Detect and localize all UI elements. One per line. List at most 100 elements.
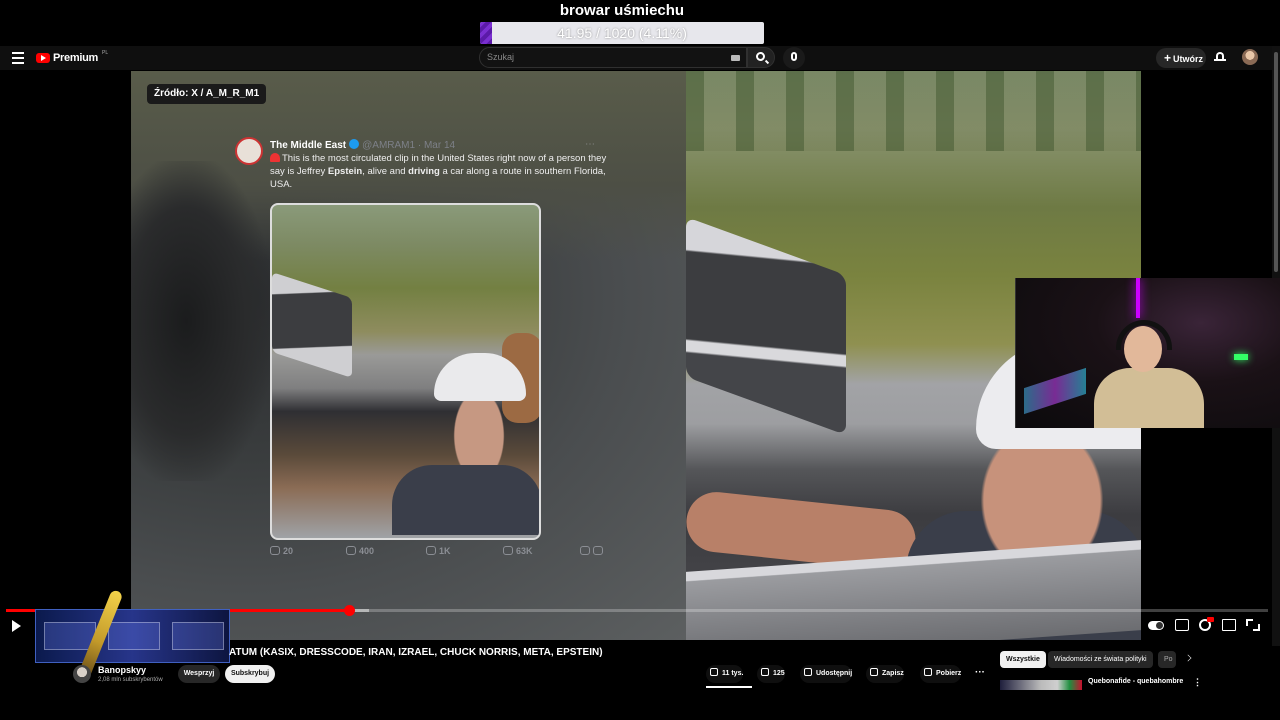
dislike-count-label: 125 — [773, 670, 785, 677]
youtube-logo-icon — [36, 53, 50, 63]
repost-count: 400 — [346, 546, 374, 556]
share-arrow-icon — [804, 668, 812, 676]
mic-icon — [791, 52, 797, 61]
subtitles-icon[interactable] — [1175, 619, 1189, 631]
heart-icon — [426, 546, 436, 555]
autoplay-toggle[interactable] — [1148, 621, 1164, 630]
like-count-label: 11 tys. — [722, 670, 744, 677]
join-button[interactable]: Wesprzyj — [178, 665, 220, 683]
chip-partial[interactable]: Po — [1158, 651, 1176, 668]
car-shape — [686, 216, 846, 436]
like-ratio-bar — [706, 686, 752, 688]
views-icon — [503, 546, 513, 555]
overlay-graphic — [35, 609, 230, 663]
search-placeholder: Szukaj — [487, 52, 515, 62]
chip-all[interactable]: Wszystkie — [1000, 651, 1046, 668]
theater-mode-icon[interactable] — [1222, 619, 1236, 631]
page: browar uśmiechu 41.95 / 1020 (4.11%) Pre… — [0, 0, 1280, 720]
logo-text: Premium — [53, 52, 98, 64]
view-count-value: 63K — [516, 546, 533, 556]
channel-subscriber-count: 2,08 mln subskrybentów — [98, 677, 163, 683]
source-label: Źródło: X / A_M_R_M1 — [147, 84, 267, 104]
repost-count-value: 400 — [359, 546, 375, 556]
goal-progress-bar: 41.95 / 1020 (4.11%) — [480, 22, 764, 44]
tweet-media-still — [270, 203, 541, 540]
play-icon[interactable] — [12, 620, 21, 632]
video-player[interactable]: Źródło: X / A_M_R_M1 The Middle East @AMR… — [131, 71, 1141, 640]
share-icon — [593, 546, 603, 555]
notifications-bell-icon[interactable] — [1214, 51, 1226, 63]
account-avatar[interactable] — [1242, 49, 1258, 65]
blurred-foreground-shape — [131, 161, 271, 481]
bookmark-icon — [870, 668, 878, 676]
background-trees — [686, 71, 1141, 151]
create-button[interactable]: + Utwórz — [1156, 48, 1206, 68]
page-scrollbar-thumb[interactable] — [1274, 52, 1278, 272]
download-label: Pobierz — [936, 670, 962, 677]
reply-icon — [270, 546, 280, 555]
rgb-light — [1136, 278, 1140, 318]
chevron-right-icon[interactable] — [1184, 654, 1192, 662]
overlay-item — [172, 622, 224, 650]
thumbs-up-icon — [710, 668, 718, 676]
thumbs-down-icon — [761, 668, 769, 676]
bookmark-icon — [580, 546, 606, 556]
headphones-icon — [1116, 320, 1172, 350]
like-count-value: 1K — [439, 546, 451, 556]
share-button[interactable]: Udostępnij — [800, 665, 853, 683]
subscribe-button[interactable]: Subskrybuj — [225, 665, 275, 683]
logo-country-code: PL — [101, 50, 109, 56]
tweet-author-name: The Middle East — [270, 140, 347, 151]
fullscreen-icon[interactable] — [1246, 619, 1260, 631]
keyboard-icon[interactable] — [731, 55, 740, 61]
reply-count: 20 — [270, 546, 293, 556]
tweet-avatar — [235, 137, 263, 165]
search-input[interactable]: Szukaj — [479, 47, 747, 68]
media-car-shape — [272, 272, 352, 378]
menu-icon[interactable] — [12, 52, 24, 64]
tweet-text-bold: driving — [408, 166, 440, 177]
reply-count-value: 20 — [283, 546, 294, 556]
like-count: 1K — [426, 546, 451, 556]
voice-search-button[interactable] — [783, 47, 805, 69]
plus-icon: + — [1164, 51, 1172, 65]
like-button[interactable]: 11 tys. — [706, 665, 744, 683]
search-button[interactable] — [747, 47, 775, 68]
chip-world-politics[interactable]: Wiadomości ze świata polityki — [1048, 651, 1153, 668]
repost-icon — [346, 546, 356, 555]
streamer — [1094, 316, 1204, 428]
youtube-topbar: Premium PL Szukaj + Utwórz — [0, 46, 1280, 70]
save-button[interactable]: Zapisz — [866, 665, 904, 683]
rgb-keyboard — [1024, 367, 1086, 415]
siren-emoji-icon — [270, 153, 280, 162]
video-title: ATUM (KASIX, DRESSCODE, IRAN, IZRAEL, CH… — [229, 647, 603, 658]
goal-progress-text: 41.95 / 1020 (4.11%) — [557, 25, 687, 41]
tweet-text-bold: Epstein — [327, 166, 363, 177]
channel-name[interactable]: Banopskyy — [98, 665, 146, 675]
more-options-icon: ⋯ — [585, 139, 595, 150]
recommended-video-title[interactable]: Quebonafide - quebahombre — [1088, 678, 1183, 685]
recommended-video-menu-icon[interactable]: ⋮ — [1193, 677, 1202, 688]
tweet-text-part: , alive and — [362, 166, 409, 177]
more-actions-icon[interactable]: ··· — [975, 667, 985, 678]
recommended-video-thumbnail[interactable] — [1000, 680, 1082, 690]
green-light — [1234, 354, 1248, 360]
dislike-button[interactable]: 125 — [757, 665, 785, 683]
save-label: Zapisz — [882, 670, 904, 677]
create-label: Utwórz — [1173, 54, 1204, 64]
view-count: 63K — [503, 546, 533, 556]
tweet-header: The Middle East @AMRAM1 · Mar 14 — [270, 139, 455, 151]
streamer-webcam — [1015, 278, 1280, 428]
youtube-premium-logo[interactable]: Premium PL — [36, 50, 109, 64]
share-label: Udostępnij — [816, 670, 853, 677]
media-shirt-shape — [392, 465, 539, 535]
download-icon — [924, 668, 932, 676]
goal-title: browar uśmiechu — [559, 2, 685, 19]
hd-badge — [1207, 617, 1214, 622]
streamer-body — [1094, 368, 1204, 428]
verified-badge-icon — [349, 139, 360, 149]
channel-avatar[interactable] — [73, 665, 91, 683]
download-button[interactable]: Pobierz — [920, 665, 962, 683]
video-left-panel: Źródło: X / A_M_R_M1 The Middle East @AMR… — [131, 71, 686, 640]
search-icon — [756, 52, 765, 61]
